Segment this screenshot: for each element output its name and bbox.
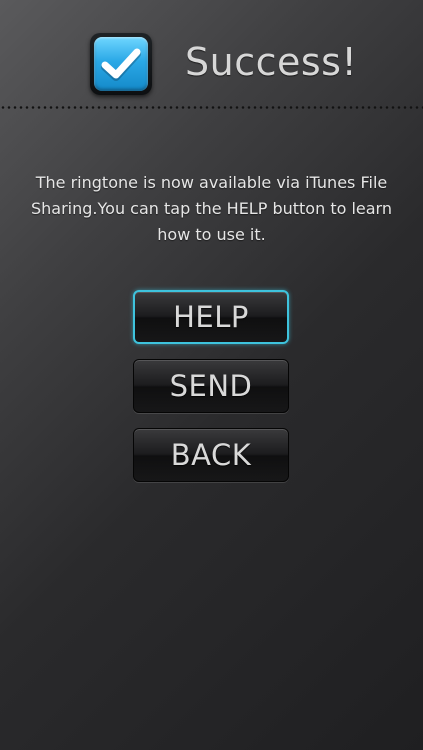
success-badge bbox=[90, 33, 152, 95]
send-button[interactable]: SEND bbox=[133, 359, 289, 413]
page-title: Success! bbox=[185, 40, 358, 84]
header-divider bbox=[0, 106, 423, 109]
checkmark-icon bbox=[94, 37, 148, 91]
success-screen: Success! The ringtone is now available v… bbox=[0, 0, 423, 750]
back-button[interactable]: BACK bbox=[133, 428, 289, 482]
help-button[interactable]: HELP bbox=[133, 290, 289, 344]
header: Success! bbox=[0, 0, 423, 106]
info-message: The ringtone is now available via iTunes… bbox=[31, 173, 392, 244]
